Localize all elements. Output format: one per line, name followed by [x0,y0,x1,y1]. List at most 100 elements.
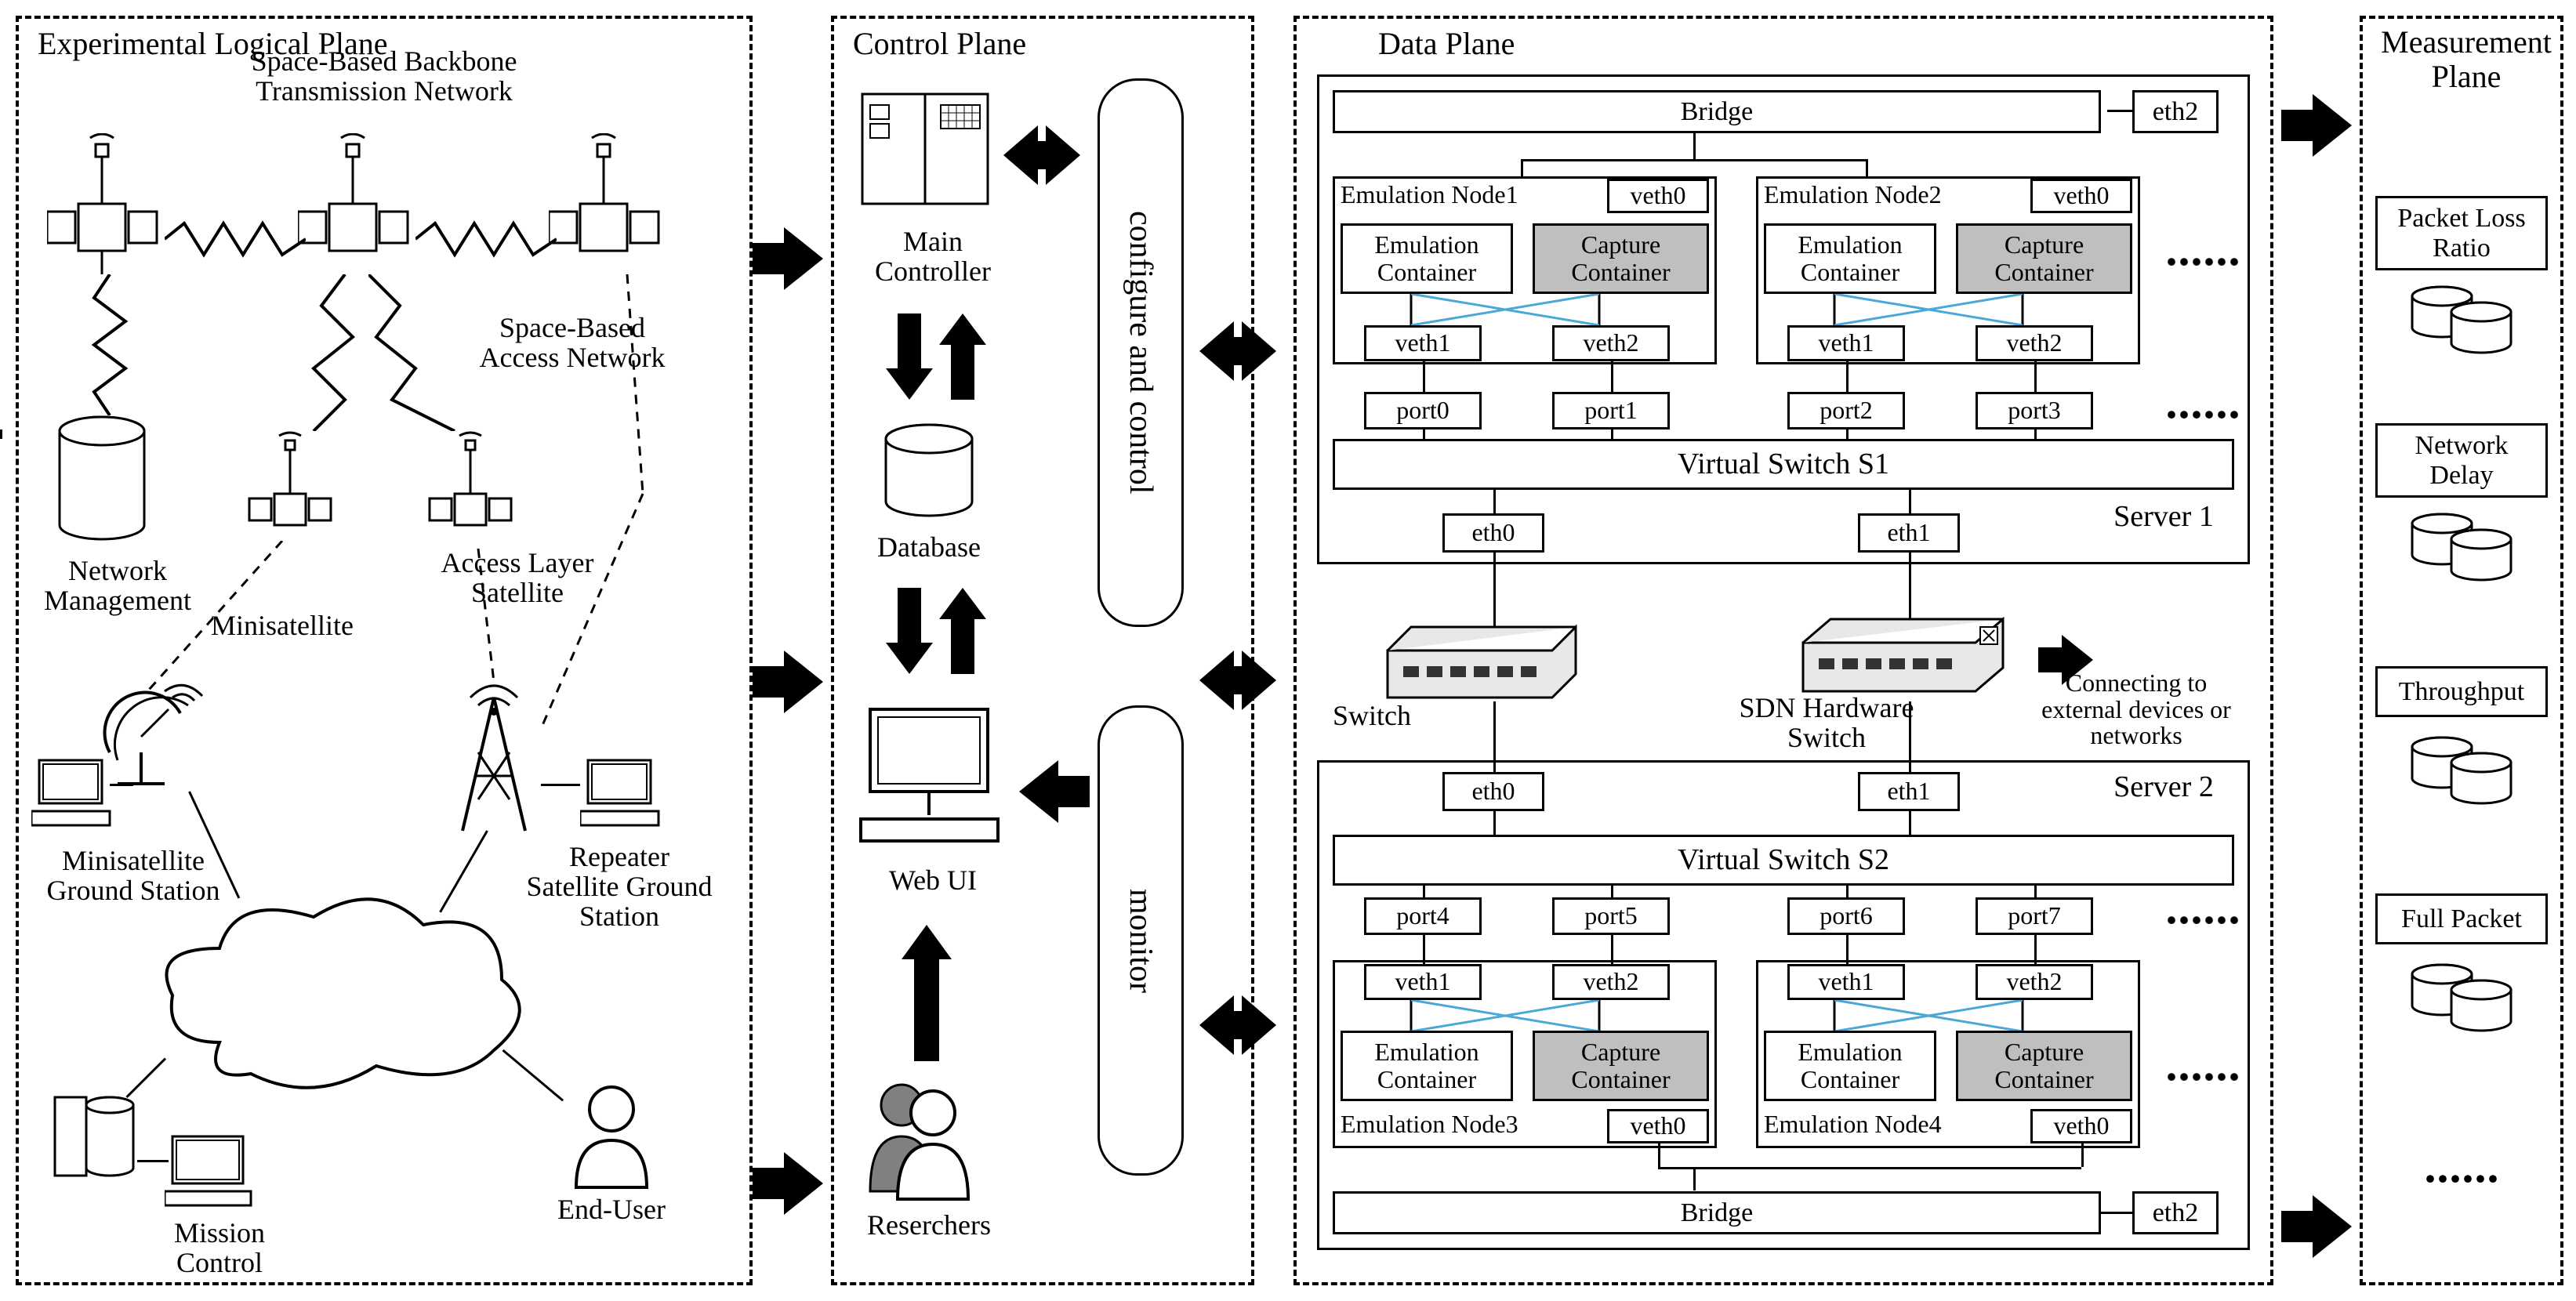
end-user-label: End-User [533,1195,690,1225]
eth2-bottom: eth2 [2132,1191,2219,1234]
computer-icon [31,752,118,839]
rf-link-icon [298,274,361,431]
veth0-n3: veth0 [1607,1109,1709,1143]
veth1-n2: veth1 [1787,325,1905,361]
satellite-icon [549,133,674,274]
monitor-label: monitor [1122,889,1159,993]
configure-label: configure and control [1122,211,1159,495]
dashed-link [463,549,510,690]
s2-eth0: eth0 [1442,772,1544,811]
satellite-icon [298,133,423,274]
emu-container-n3: Emulation Container [1341,1031,1513,1101]
sdn-switch-icon [1795,611,2015,705]
satellite-icon [47,133,172,274]
dashed-link [541,274,651,760]
ellipsis-icon: ······ [2164,388,2239,442]
radio-tower-icon [439,682,549,839]
vswitch-s1: Virtual Switch S1 [1333,439,2234,490]
veth0-n4: veth0 [2030,1109,2132,1143]
computer-icon [165,1129,259,1223]
fullpkt-box: Full Packet [2375,893,2548,944]
arrow-icon [753,650,823,713]
port6: port6 [1787,897,1905,935]
updown-arrows-icon [886,588,986,674]
emu-node2-label: Emulation Node2 [1764,182,1999,208]
updown-arrows-icon [886,313,986,400]
arrow-icon [2281,94,2352,157]
s1-eth1: eth1 [1858,513,1960,553]
throughput-box: Throughput [2375,666,2548,717]
s1-eth0: eth0 [1442,513,1544,553]
db-label: Database [858,533,1000,563]
emu-container-n4: Emulation Container [1764,1031,1936,1101]
cross-link [1364,294,1693,325]
webui-label: Web UI [862,866,1003,896]
bi-arrow-icon [1003,125,1080,185]
cap-container-n2: Capture Container [1956,223,2132,294]
cap-container-n3: Capture Container [1533,1031,1709,1101]
meas-plane-title: Measurement Plane [2372,25,2560,94]
rf-link-icon [368,274,470,431]
s2-eth1: eth1 [1858,772,1960,811]
cross-link [1364,1000,1693,1031]
researchers-label: Reserchers [843,1211,1015,1241]
server1-label: Server 1 [2101,502,2226,533]
cloud-icon [157,886,533,1105]
satellite-icon [423,431,525,549]
ctrl-plane-title: Control Plane [850,25,1029,62]
ext-conn-label: Connecting to external devices or networ… [2007,670,2266,749]
data-cylinders-icon [2407,282,2516,361]
arrow-icon [753,227,823,290]
ellipsis-icon: ······ [2164,1050,2239,1104]
cross-link [1787,1000,2117,1031]
arrow-icon [2281,1195,2352,1258]
port7: port7 [1976,897,2093,935]
configure-control-box: configure and control [1098,78,1184,627]
port4: port4 [1364,897,1482,935]
switch-label: Switch [1333,701,1450,731]
sdn-switch-label: SDN Hardware Switch [1717,694,1936,753]
emu-container-n2: Emulation Container [1764,223,1936,294]
emu-node1-label: Emulation Node1 [1341,182,1576,208]
mission-ctrl-label: Mission Control [141,1219,298,1278]
vswitch-s2: Virtual Switch S2 [1333,835,2234,886]
bridge-bottom: Bridge [1333,1191,2101,1234]
computer-icon [580,752,666,839]
satellite-icon [243,431,345,549]
veth0-n1: veth0 [1607,179,1709,213]
cap-container-n1: Capture Container [1533,223,1709,294]
user-icon [564,1082,659,1191]
dashed-link [141,541,298,698]
main-ctrl-label: Main Controller [854,227,1011,287]
computer-icon [854,701,1011,858]
database-icon [55,415,149,549]
bi-arrow-icon [1199,650,1276,710]
controller-icon [854,86,996,219]
plr-box: Packet Loss Ratio [2375,196,2548,270]
veth2-n1: veth2 [1552,325,1670,361]
port5: port5 [1552,897,1670,935]
arrow-icon [1019,760,1090,823]
rf-link-icon [415,219,557,259]
monitor-box: monitor [1098,705,1184,1176]
port3: port3 [1976,392,2093,429]
arrow-icon [753,1152,823,1215]
rf-link-icon [86,274,133,415]
cross-link [1787,294,2117,325]
port0: port0 [1364,392,1482,429]
cap-container-n4: Capture Container [1956,1031,2132,1101]
ellipsis-icon: ······ [2164,235,2239,289]
data-plane-title: Data Plane [1375,25,1518,62]
delay-box: Network Delay [2375,423,2548,498]
eth2-top: eth2 [2132,90,2219,133]
veth2-n2: veth2 [1976,325,2093,361]
database-icon [878,423,980,525]
bi-arrow-icon [1199,995,1276,1055]
ellipsis-icon: ······ [2164,893,2239,948]
veth0-n2: veth0 [2030,179,2132,213]
switch-icon [1380,619,1584,705]
emu-node3-label: Emulation Node3 [1341,1111,1576,1138]
repeater-gs-label: Repeater Satellite Ground Station [502,843,737,931]
rf-link-icon [165,219,306,259]
data-cylinders-icon [2407,960,2516,1038]
